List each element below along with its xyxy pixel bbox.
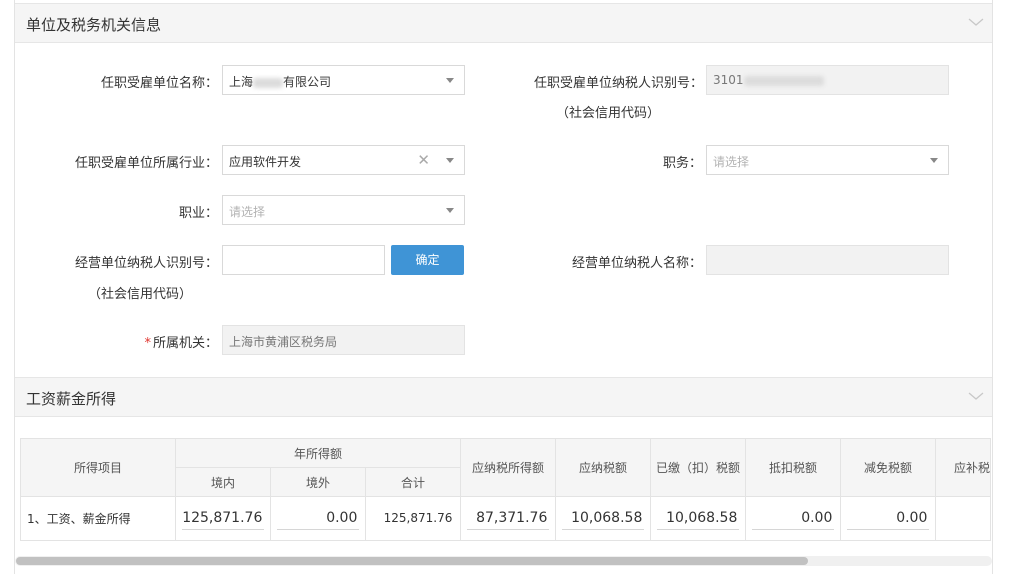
section-title: 工资薪金所得 <box>26 390 117 408</box>
section-header-salary[interactable]: 工资薪金所得 <box>15 377 992 417</box>
employer-taxid-label: 任职受雇单位纳税人识别号： <box>533 76 703 91</box>
tax-payable-input[interactable]: 10,068.58 <box>555 496 651 541</box>
position-select[interactable]: 请选择 <box>706 145 949 175</box>
header-item: 所得项目 <box>20 438 176 497</box>
domestic-input[interactable]: 125,871.76 <box>175 496 271 541</box>
tax-authority-label: * 所属机关： <box>144 336 218 351</box>
required-mark: * <box>144 336 151 351</box>
section-title: 单位及税务机关信息 <box>26 16 162 34</box>
total-value: 125,871.76 <box>365 496 461 541</box>
table-row: 1、工资、薪金所得 125,871.76 0.00 125,871.76 87,… <box>20 496 992 541</box>
business-taxid-label: 经营单位纳税人识别号： <box>74 256 218 271</box>
income-table: 所得项目 年所得额 应纳税所得额 应纳税额 已缴（扣）税额 抵扣税额 减免税额 … <box>20 438 992 541</box>
tax-paid-input[interactable]: 10,068.58 <box>650 496 746 541</box>
header-annual-income: 年所得额 <box>175 438 461 468</box>
header-total: 合计 <box>365 467 461 497</box>
header-taxable-income: 应纳税所得额 <box>460 438 556 497</box>
business-taxid-sublabel: （社会信用代码） <box>87 287 192 302</box>
header-tax-paid: 已缴（扣）税额 <box>650 438 746 497</box>
caret-down-icon <box>446 78 454 83</box>
section-header-unit-info[interactable]: 单位及税务机关信息 <box>15 3 992 43</box>
occupation-placeholder: 请选择 <box>229 205 266 219</box>
clear-icon[interactable]: ✕ <box>417 151 430 169</box>
caret-down-icon <box>446 208 454 213</box>
business-name-label: 经营单位纳税人名称： <box>571 256 702 271</box>
employer-name-select[interactable]: 上海 有限公司 <box>222 65 465 95</box>
employer-taxid-field: 3101 <box>706 65 949 95</box>
occupation-select[interactable]: 请选择 <box>222 195 465 225</box>
tax-due-cell <box>934 496 992 541</box>
header-tax-payable: 应纳税额 <box>555 438 651 497</box>
business-taxid-input[interactable] <box>222 245 385 275</box>
header-tax-due: 应补税 <box>934 438 992 497</box>
redacted-blur <box>253 77 284 88</box>
header-domestic: 境内 <box>175 467 271 497</box>
caret-down-icon <box>446 158 454 163</box>
chevron-down-icon[interactable] <box>968 390 984 402</box>
occupation-label: 职业： <box>178 206 218 221</box>
employer-taxid-sublabel: （社会信用代码） <box>555 106 660 121</box>
overseas-input[interactable]: 0.00 <box>270 496 366 541</box>
position-label: 职务： <box>662 156 702 171</box>
chevron-down-icon[interactable] <box>968 16 984 28</box>
header-tax-credit: 抵扣税额 <box>745 438 841 497</box>
tax-credit-input[interactable]: 0.00 <box>745 496 841 541</box>
tax-reduction-input[interactable]: 0.00 <box>840 496 936 541</box>
frame-border-right <box>992 0 993 574</box>
horizontal-scrollbar-thumb[interactable] <box>16 557 808 565</box>
employer-industry-select[interactable]: 应用软件开发 ✕ <box>222 145 465 175</box>
employer-taxid-value: 3101 <box>713 73 824 87</box>
row-item: 1、工资、薪金所得 <box>20 496 176 541</box>
position-placeholder: 请选择 <box>713 155 750 169</box>
employer-name-label: 任职受雇单位名称： <box>100 76 218 91</box>
confirm-button[interactable]: 确定 <box>391 245 464 275</box>
tax-authority-value: 上海市黄浦区税务局 <box>229 335 338 349</box>
caret-down-icon <box>930 158 938 163</box>
employer-industry-value: 应用软件开发 <box>229 155 302 169</box>
frame-border-left <box>14 0 15 574</box>
header-overseas: 境外 <box>270 467 366 497</box>
employer-industry-label: 任职受雇单位所属行业： <box>74 156 218 171</box>
tax-authority-field: 上海市黄浦区税务局 <box>222 325 465 355</box>
header-tax-reduction: 减免税额 <box>840 438 936 497</box>
taxable-income-input[interactable]: 87,371.76 <box>460 496 556 541</box>
redacted-blur <box>743 75 824 86</box>
business-name-field <box>706 245 949 275</box>
employer-name-value: 上海 有限公司 <box>229 75 332 89</box>
